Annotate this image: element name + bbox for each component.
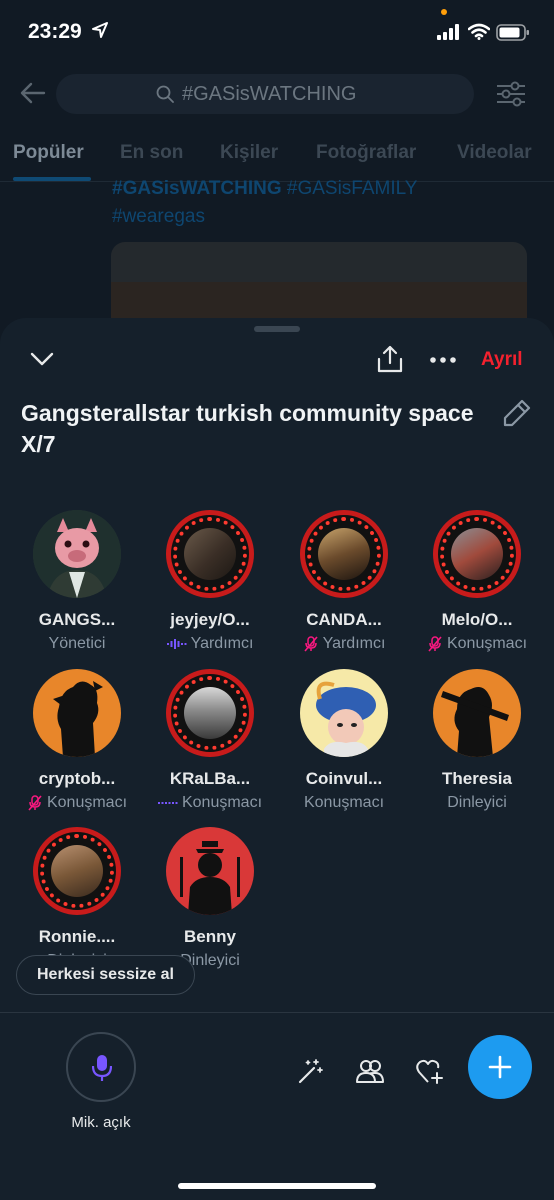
search-icon bbox=[156, 85, 174, 103]
participant-role: Konuşmacı bbox=[411, 635, 543, 653]
silhouette-icon bbox=[180, 841, 240, 915]
heart-add-icon[interactable] bbox=[416, 1058, 444, 1084]
people-icon[interactable] bbox=[356, 1058, 384, 1084]
silhouette-icon bbox=[441, 687, 509, 757]
home-indicator bbox=[178, 1183, 376, 1189]
participant-role: Konuşmacı bbox=[11, 794, 143, 812]
edit-pencil-icon[interactable] bbox=[502, 398, 532, 428]
hashtag-wearegas[interactable]: #wearegas bbox=[112, 206, 205, 228]
space-title: Gangsterallstar turkish community space … bbox=[21, 400, 474, 457]
mic-label: Mik. açık bbox=[71, 1114, 131, 1131]
avatar bbox=[166, 827, 254, 915]
microphone-icon bbox=[92, 1055, 112, 1081]
avatar bbox=[433, 669, 521, 757]
participant-name: GANGS... bbox=[38, 610, 116, 629]
participant-name: jeyjey/O... bbox=[170, 610, 250, 629]
tweet-hashtags: #GASisWATCHING #GASisFAMILY bbox=[112, 178, 417, 200]
speaking-waveform-icon bbox=[157, 801, 178, 804]
tab-people[interactable]: Kişiler bbox=[220, 142, 278, 164]
back-arrow-icon[interactable] bbox=[20, 82, 46, 104]
avatar bbox=[166, 510, 254, 598]
plus-icon bbox=[488, 1055, 512, 1079]
participant-name: KRaLBa... bbox=[169, 769, 251, 788]
tab-latest[interactable]: En son bbox=[120, 142, 183, 164]
participant-role: Yardımcı bbox=[144, 635, 276, 653]
participant-name: Ronnie.... bbox=[38, 927, 116, 946]
participant-name: Benny bbox=[184, 927, 236, 946]
divider bbox=[0, 1012, 554, 1013]
space-sheet: Ayrıl Gangsterallstar turkish community … bbox=[0, 318, 554, 1200]
participant-role: Konuşmacı bbox=[144, 794, 276, 812]
mute-all-button[interactable]: Herkesi sessize al bbox=[16, 955, 195, 995]
silhouette-icon bbox=[53, 681, 103, 757]
sheet-grabber[interactable] bbox=[254, 326, 300, 332]
pig-mascot-icon bbox=[33, 510, 121, 598]
hashtag-gasisfamily[interactable]: #GASisFAMILY bbox=[282, 178, 418, 199]
battery-icon bbox=[496, 24, 529, 41]
participant-name: CANDA... bbox=[306, 610, 382, 629]
wifi-icon bbox=[468, 23, 490, 40]
avatar bbox=[33, 510, 121, 598]
status-bar: 23:29 bbox=[0, 0, 554, 60]
participant-name: cryptob... bbox=[38, 769, 116, 788]
add-reaction-button[interactable] bbox=[468, 1035, 532, 1099]
search-tabs: Popüler En son Kişiler Fotoğraflar Video… bbox=[0, 136, 554, 182]
participant-role: Yardımcı bbox=[278, 635, 410, 653]
privacy-indicator-dot bbox=[441, 9, 447, 15]
hashtag-gasiswatching[interactable]: #GASisWATCHING bbox=[112, 178, 282, 199]
avatar bbox=[300, 669, 388, 757]
mic-muted-icon bbox=[428, 636, 442, 652]
participant-role-text: Yardımcı bbox=[190, 635, 254, 652]
tab-photos[interactable]: Fotoğraflar bbox=[316, 142, 416, 164]
magic-wand-icon[interactable] bbox=[298, 1058, 324, 1084]
participant-role-text: Konuşmacı bbox=[181, 794, 263, 811]
avatar-photo bbox=[51, 845, 103, 897]
participant-name: Coinvul... bbox=[305, 769, 383, 788]
status-time: 23:29 bbox=[28, 20, 82, 43]
mic-muted-icon bbox=[303, 636, 318, 652]
mic-button[interactable] bbox=[66, 1032, 136, 1102]
avatar-photo bbox=[184, 528, 236, 580]
active-tab-indicator bbox=[13, 177, 91, 181]
avatar-photo bbox=[318, 528, 370, 580]
tab-videos[interactable]: Videolar bbox=[457, 142, 532, 164]
location-arrow-icon bbox=[92, 22, 108, 38]
more-options-icon[interactable] bbox=[430, 357, 456, 363]
participant-role-text: Yardımcı bbox=[322, 635, 386, 652]
avatar bbox=[300, 510, 388, 598]
mic-muted-icon bbox=[28, 795, 42, 811]
leave-button[interactable]: Ayrıl bbox=[481, 349, 523, 371]
participant-role-text: Konuşmacı bbox=[446, 635, 528, 652]
search-query: #GASisWATCHING bbox=[182, 83, 357, 105]
tab-popular[interactable]: Popüler bbox=[13, 142, 84, 164]
participant-role: Dinleyici bbox=[447, 794, 507, 811]
avatar bbox=[166, 669, 254, 757]
participant-role: Konuşmacı bbox=[303, 794, 385, 811]
chevron-down-icon[interactable] bbox=[30, 352, 54, 366]
cartoon-character-icon bbox=[316, 681, 376, 757]
avatar bbox=[433, 510, 521, 598]
avatar bbox=[33, 669, 121, 757]
participant-role-text: Konuşmacı bbox=[46, 794, 128, 811]
share-icon[interactable] bbox=[376, 345, 404, 373]
avatar-photo bbox=[451, 528, 503, 580]
participant-name: Melo/O... bbox=[441, 610, 513, 629]
search-input[interactable]: #GASisWATCHING bbox=[56, 74, 474, 114]
participant-name: Theresia bbox=[442, 769, 512, 788]
filter-settings-icon[interactable] bbox=[496, 80, 526, 108]
cellular-signal-icon bbox=[437, 24, 459, 40]
speaking-waveform-icon bbox=[166, 638, 187, 649]
participant-role: Yönetici bbox=[48, 635, 106, 652]
avatar bbox=[33, 827, 121, 915]
avatar-photo bbox=[184, 687, 236, 739]
